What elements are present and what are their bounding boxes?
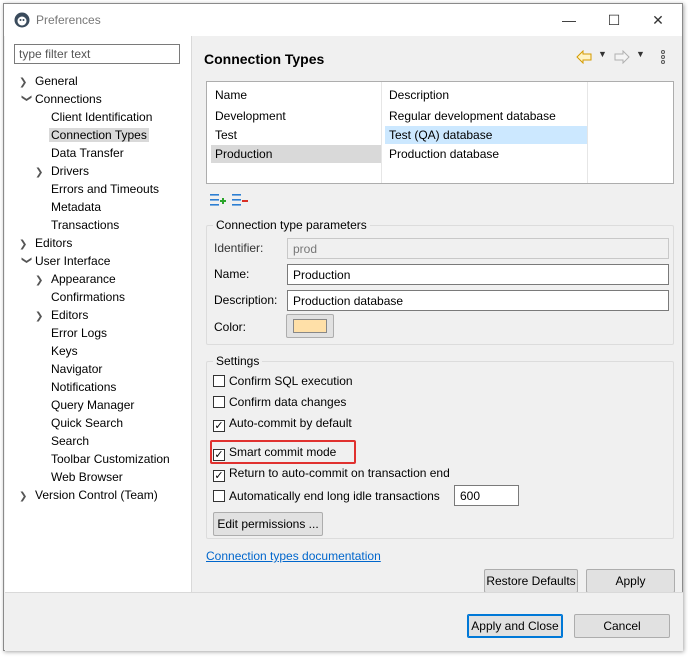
filter-input[interactable]: [14, 44, 180, 64]
view-menu-icon[interactable]: [660, 49, 666, 65]
add-type-icon[interactable]: [209, 192, 227, 208]
documentation-link[interactable]: Connection types documentation: [206, 549, 381, 563]
color-label: Color:: [214, 320, 247, 334]
settings-group: Settings Confirm SQL execution Confirm d…: [206, 354, 674, 539]
identifier-label: Identifier:: [214, 241, 264, 255]
chevron-down-icon[interactable]: ❯: [17, 256, 35, 270]
connection-types-table[interactable]: Name Description Development Regular dev…: [206, 81, 674, 184]
tree-item-web-browser[interactable]: Web Browser: [49, 468, 125, 486]
tree-item-notifications[interactable]: Notifications: [49, 378, 118, 396]
tree-item-drivers[interactable]: ❯ Drivers: [35, 162, 91, 180]
tree-item-metadata[interactable]: Metadata: [49, 198, 103, 216]
restore-defaults-button[interactable]: Restore Defaults: [484, 569, 578, 593]
description-label: Description:: [214, 293, 278, 307]
tree-item-general[interactable]: ❯ General: [19, 72, 80, 90]
column-header-name[interactable]: Name: [215, 86, 247, 104]
tree-item-user-interface[interactable]: ❯ User Interface: [19, 252, 112, 270]
tree-item-navigator[interactable]: Navigator: [49, 360, 104, 378]
preferences-window: Preferences — ☐ ✕ ❯General ❯Connections …: [3, 3, 683, 651]
tree-item-search[interactable]: Search: [49, 432, 91, 450]
connection-type-parameters-group: Connection type parameters Identifier: N…: [206, 218, 674, 345]
maximize-button[interactable]: ☐: [594, 8, 634, 32]
checkmark-icon[interactable]: ✓: [213, 449, 225, 461]
color-swatch: [293, 319, 327, 333]
checkmark-icon[interactable]: ✓: [213, 470, 225, 482]
checkbox-unchecked[interactable]: [213, 490, 225, 502]
table-row-name[interactable]: Test: [211, 126, 381, 144]
return-auto-commit-checkbox[interactable]: ✓ Return to auto-commit on transaction en…: [213, 464, 450, 482]
tree-item-query-manager[interactable]: Query Manager: [49, 396, 136, 414]
back-arrow-icon[interactable]: [576, 50, 592, 64]
tree-item-client-identification[interactable]: Client Identification: [49, 108, 154, 126]
name-label: Name:: [214, 267, 250, 281]
tree-item-toolbar-customization[interactable]: Toolbar Customization: [49, 450, 172, 468]
chevron-right-icon[interactable]: ❯: [35, 272, 49, 290]
name-field[interactable]: [287, 264, 669, 285]
idle-timeout-input[interactable]: [454, 485, 519, 506]
tree-item-errors-timeouts[interactable]: Errors and Timeouts: [49, 180, 161, 198]
identifier-field: [287, 238, 669, 259]
apply-button[interactable]: Apply: [586, 569, 675, 593]
table-row-name[interactable]: Development: [211, 107, 381, 125]
window-title: Preferences: [36, 13, 101, 27]
tree-item-quick-search[interactable]: Quick Search: [49, 414, 125, 432]
tree-item-version-control[interactable]: ❯ Version Control (Team): [19, 486, 160, 504]
dialog-button-bar: Apply and Close Cancel: [5, 592, 683, 651]
tree-item-appearance[interactable]: ❯ Appearance: [35, 270, 118, 288]
tree-item-data-transfer[interactable]: Data Transfer: [49, 144, 126, 162]
auto-commit-checkbox[interactable]: ✓ Auto-commit by default: [213, 414, 352, 432]
column-header-description[interactable]: Description: [389, 86, 449, 104]
edit-permissions-button[interactable]: Edit permissions ...: [213, 512, 323, 536]
group-title: Settings: [213, 354, 263, 368]
description-field[interactable]: [287, 290, 669, 311]
dbeaver-app-icon: [14, 12, 30, 28]
confirm-sql-checkbox[interactable]: Confirm SQL execution: [213, 372, 353, 390]
table-row-description[interactable]: Regular development database: [385, 107, 587, 125]
tree-item-keys[interactable]: Keys: [49, 342, 80, 360]
page-title: Connection Types: [204, 51, 325, 67]
chevron-down-icon[interactable]: ❯: [17, 94, 35, 108]
tree-item-error-logs[interactable]: Error Logs: [49, 324, 109, 342]
minimize-button[interactable]: —: [549, 8, 589, 32]
forward-arrow-icon[interactable]: [614, 50, 630, 64]
apply-and-close-button[interactable]: Apply and Close: [467, 614, 563, 638]
close-button[interactable]: ✕: [638, 8, 678, 32]
preference-page: Connection Types ▼ ▼ Name Description De…: [192, 36, 682, 593]
confirm-data-checkbox[interactable]: Confirm data changes: [213, 393, 346, 411]
title-bar: Preferences — ☐ ✕: [4, 4, 682, 36]
preferences-tree-pane: ❯General ❯Connections Client Identificat…: [5, 36, 192, 592]
checkmark-icon[interactable]: ✓: [213, 420, 225, 432]
chevron-right-icon[interactable]: ❯: [35, 164, 49, 182]
chevron-right-icon[interactable]: ❯: [35, 308, 49, 326]
tree-item-ui-editors[interactable]: ❯ Editors: [35, 306, 90, 324]
table-row-description[interactable]: Test (QA) database: [385, 126, 587, 144]
cancel-button[interactable]: Cancel: [574, 614, 670, 638]
table-row-name[interactable]: Production: [211, 145, 381, 163]
remove-type-icon[interactable]: [231, 192, 249, 208]
back-dropdown-icon[interactable]: ▼: [598, 49, 607, 59]
smart-commit-checkbox[interactable]: ✓ Smart commit mode: [213, 443, 336, 461]
checkbox-unchecked[interactable]: [213, 375, 225, 387]
tree-item-confirmations[interactable]: Confirmations: [49, 288, 127, 306]
auto-end-idle-checkbox[interactable]: Automatically end long idle transactions: [213, 487, 440, 505]
chevron-right-icon[interactable]: ❯: [19, 488, 33, 506]
forward-dropdown-icon[interactable]: ▼: [636, 49, 645, 59]
table-row-description[interactable]: Production database: [385, 145, 587, 163]
tree-item-connection-types[interactable]: Connection Types: [49, 126, 149, 144]
group-title: Connection type parameters: [213, 218, 370, 232]
checkbox-unchecked[interactable]: [213, 396, 225, 408]
tree-item-editors[interactable]: ❯ Editors: [19, 234, 74, 252]
tree-item-connections[interactable]: ❯ Connections: [19, 90, 104, 108]
tree-item-transactions[interactable]: Transactions: [49, 216, 121, 234]
color-picker-button[interactable]: [286, 314, 334, 338]
